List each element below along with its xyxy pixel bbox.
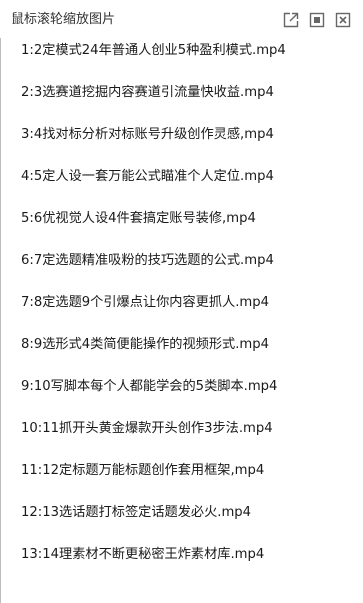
file-item-13[interactable]: 13:14理素材不断更秘密王炸素材库.mp4 bbox=[21, 542, 264, 568]
maximize-icon[interactable] bbox=[308, 11, 326, 29]
file-list: 1:2定模式24年普通人创业5种盈利模式.mp4 2:3选赛道挖掘内容赛道引流量… bbox=[0, 38, 363, 603]
share-external-icon[interactable] bbox=[282, 11, 300, 29]
file-item-7[interactable]: 7:8定选题9个引爆点让你内容更抓人.mp4 bbox=[21, 290, 269, 316]
file-item-2[interactable]: 2:3选赛道挖掘内容赛道引流量快收益.mp4 bbox=[21, 80, 274, 106]
close-icon[interactable] bbox=[334, 11, 352, 29]
file-item-9[interactable]: 9:10写脚本每个人都能学会的5类脚本.mp4 bbox=[21, 374, 277, 400]
file-item-8[interactable]: 8:9选形式4类简便能操作的视频形式.mp4 bbox=[21, 332, 269, 358]
file-item-11[interactable]: 11:12定标题万能标题创作套用框架,mp4 bbox=[21, 458, 264, 484]
file-item-5[interactable]: 5:6优视觉人设4件套搞定账号装修,mp4 bbox=[21, 206, 256, 232]
file-item-4[interactable]: 4:5定人设一套万能公式瞄准个人定位.mp4 bbox=[21, 164, 274, 190]
window-title: 鼠标滚轮缩放图片 bbox=[11, 12, 116, 27]
title-bar: 鼠标滚轮缩放图片 bbox=[0, 0, 363, 38]
file-item-3[interactable]: 3:4找对标分析对标账号升级创作灵感,mp4 bbox=[21, 122, 274, 148]
file-item-12[interactable]: 12:13选话题打标签定话题发必火.mp4 bbox=[21, 500, 251, 526]
file-item-1[interactable]: 1:2定模式24年普通人创业5种盈利模式.mp4 bbox=[21, 38, 286, 64]
file-item-10[interactable]: 10:11抓开头黄金爆款开头创作3步法.mp4 bbox=[21, 416, 273, 442]
image-viewer-window: 鼠标滚轮缩放图片 1:2定模式24年普通人创业5种盈利模式.mp4 2:3选赛道… bbox=[0, 0, 363, 603]
file-item-6[interactable]: 6:7定选题精准吸粉的技巧选题的公式.mp4 bbox=[21, 248, 274, 274]
